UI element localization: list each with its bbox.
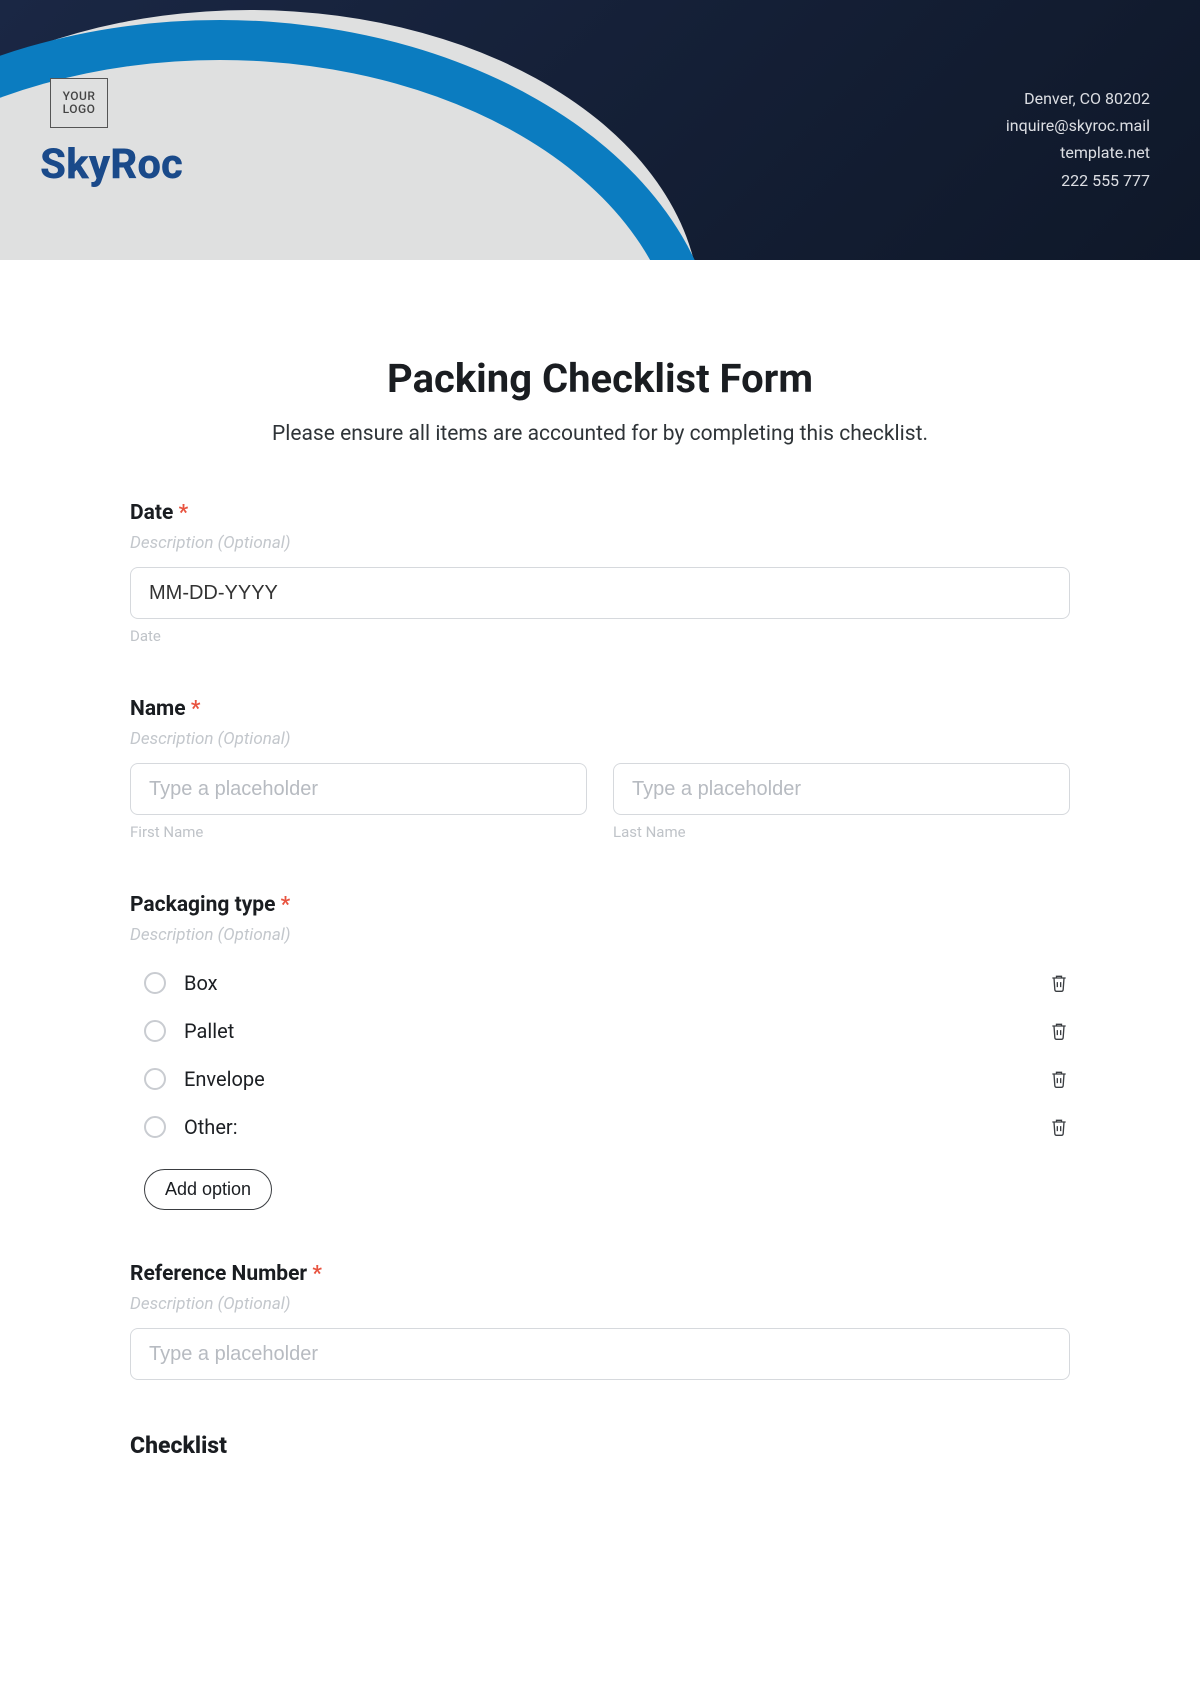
packaging-option-row: Box [144,959,1070,1007]
packaging-desc-hint[interactable]: Description (Optional) [130,925,1070,945]
required-asterisk: * [191,697,201,721]
field-date: Date * Description (Optional) Date [130,501,1070,645]
logo-area: YOUR LOGO [50,78,108,128]
contact-phone: 222 555 777 [1006,167,1150,194]
radio-icon[interactable] [144,1116,166,1138]
packaging-option-label[interactable]: Envelope [184,1067,265,1091]
logo-placeholder: YOUR LOGO [50,78,108,128]
radio-icon[interactable] [144,1068,166,1090]
date-input[interactable] [130,567,1070,619]
trash-icon[interactable] [1048,1067,1070,1091]
form-title: Packing Checklist Form [130,355,1070,402]
last-name-input[interactable] [613,763,1070,815]
date-label: Date * [130,501,1070,525]
form-container: Packing Checklist Form Please ensure all… [0,260,1200,1499]
packaging-option-label[interactable]: Pallet [184,1019,234,1043]
logo-line2: LOGO [63,103,96,116]
date-sublabel: Date [130,627,1070,645]
trash-icon[interactable] [1048,1019,1070,1043]
required-asterisk: * [281,893,291,917]
reference-label: Reference Number * [130,1262,1070,1286]
contact-email: inquire@skyroc.mail [1006,112,1150,139]
add-option-button[interactable]: Add option [144,1169,272,1210]
reference-input[interactable] [130,1328,1070,1380]
packaging-option-row: Other: [144,1103,1070,1151]
packaging-label: Packaging type * [130,893,1070,917]
packaging-options-list: Box Pallet Envelope Other: [130,959,1070,1151]
first-name-sublabel: First Name [130,823,587,841]
date-desc-hint[interactable]: Description (Optional) [130,533,1070,553]
first-name-input[interactable] [130,763,587,815]
name-desc-hint[interactable]: Description (Optional) [130,729,1070,749]
field-reference: Reference Number * Description (Optional… [130,1262,1070,1380]
name-label: Name * [130,697,1070,721]
checklist-heading: Checklist [130,1432,1070,1459]
reference-desc-hint[interactable]: Description (Optional) [130,1294,1070,1314]
packaging-option-row: Pallet [144,1007,1070,1055]
trash-icon[interactable] [1048,1115,1070,1139]
required-asterisk: * [312,1262,322,1286]
packaging-option-label[interactable]: Box [184,971,218,995]
last-name-sublabel: Last Name [613,823,1070,841]
contact-website: template.net [1006,139,1150,166]
field-packaging: Packaging type * Description (Optional) … [130,893,1070,1210]
packaging-option-label[interactable]: Other: [184,1115,238,1139]
name-label-text: Name [130,697,186,721]
radio-icon[interactable] [144,1020,166,1042]
trash-icon[interactable] [1048,971,1070,995]
required-asterisk: * [179,501,189,525]
company-name: SkyRoc [40,140,183,189]
header-banner: YOUR LOGO SkyRoc Denver, CO 80202 inquir… [0,0,1200,260]
date-label-text: Date [130,501,173,525]
radio-icon[interactable] [144,972,166,994]
field-name: Name * Description (Optional) First Name… [130,697,1070,841]
contact-address: Denver, CO 80202 [1006,85,1150,112]
contact-info: Denver, CO 80202 inquire@skyroc.mail tem… [1006,85,1150,194]
packaging-label-text: Packaging type [130,893,275,917]
reference-label-text: Reference Number [130,1262,307,1286]
form-subtitle: Please ensure all items are accounted fo… [130,422,1070,446]
packaging-option-row: Envelope [144,1055,1070,1103]
